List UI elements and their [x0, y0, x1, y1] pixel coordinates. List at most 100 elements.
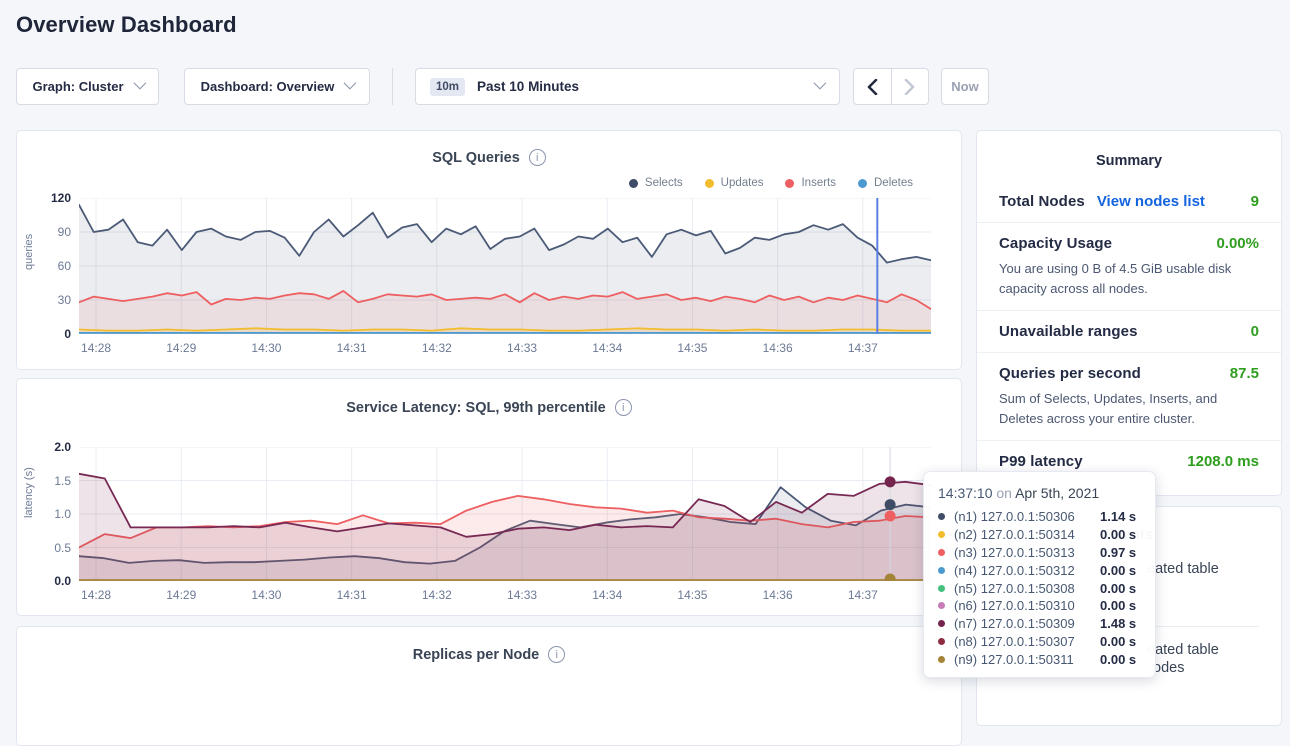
legend-label: Deletes: [874, 177, 913, 189]
chevron-down-icon: [814, 77, 827, 90]
summary-item: Unavailable ranges 0: [977, 310, 1281, 352]
x-axis-tick-label: 14:32: [414, 341, 460, 355]
x-axis-tick-label: 14:34: [584, 341, 630, 355]
summary-item-description: You are using 0 B of 4.5 GiB usable disk…: [999, 259, 1259, 298]
summary-item-value: 0: [1251, 323, 1259, 340]
legend-dot-icon: [785, 179, 794, 188]
tooltip-node-value: 0.00 s: [1100, 598, 1136, 613]
tooltip-node-row: (n4) 127.0.0.1:503120.00 s: [938, 561, 1141, 579]
tooltip-node-label: (n7) 127.0.0.1:50309: [954, 616, 1100, 631]
tooltip-node-value: 0.97 s: [1100, 545, 1136, 560]
tooltip-node-value: 0.00 s: [1100, 581, 1136, 596]
summary-item: Capacity Usage 0.00% You are using 0 B of …: [977, 222, 1281, 310]
tooltip-node-value: 0.00 s: [1100, 634, 1136, 649]
tooltip-node-row: (n7) 127.0.0.1:503091.48 s: [938, 615, 1141, 633]
node-color-dot-icon: [938, 549, 945, 556]
service-latency-chart-card: Service Latency: SQL, 99th percentile i …: [16, 378, 962, 616]
now-button[interactable]: Now: [941, 68, 989, 105]
tooltip-node-row: (n3) 127.0.0.1:503130.97 s: [938, 544, 1141, 562]
info-icon[interactable]: i: [615, 399, 632, 416]
tooltip-node-rows: (n1) 127.0.0.1:503061.14 s(n2) 127.0.0.1…: [938, 508, 1141, 668]
view-nodes-list-link[interactable]: View nodes list: [1097, 193, 1205, 210]
x-axis-tick-label: 14:31: [329, 588, 375, 602]
y-axis-tick-label: 1.0: [29, 507, 71, 521]
prev-range-button[interactable]: [854, 69, 891, 104]
y-axis-tick-label: 30: [29, 293, 71, 307]
chart-title: Service Latency: SQL, 99th percentile: [346, 400, 606, 416]
summary-item-label: Capacity Usage: [999, 235, 1112, 252]
chart-title-row: Replicas per Node i: [17, 646, 961, 663]
tooltip-node-label: (n3) 127.0.0.1:50313: [954, 545, 1100, 560]
legend-dot-icon: [858, 179, 867, 188]
legend-dot-icon: [705, 179, 714, 188]
node-color-dot-icon: [938, 638, 945, 645]
x-axis-tick-label: 14:33: [499, 588, 545, 602]
chevron-down-icon: [133, 77, 146, 90]
tooltip-node-label: (n4) 127.0.0.1:50312: [954, 563, 1100, 578]
legend-item-selects: Selects: [629, 177, 683, 189]
x-axis-tick-label: 14:35: [669, 588, 715, 602]
chart-title-row: SQL Queries i: [17, 149, 961, 166]
hover-point-dot: [885, 499, 896, 510]
summary-item-value: 0.00%: [1216, 235, 1259, 252]
chart-title-row: Service Latency: SQL, 99th percentile i: [17, 399, 961, 416]
divider: [392, 68, 393, 105]
time-range-picker[interactable]: 10m Past 10 Minutes: [415, 68, 840, 105]
tooltip-node-label: (n1) 127.0.0.1:50306: [954, 509, 1100, 524]
event-item-text: eated table: [1147, 561, 1219, 577]
now-button-label: Now: [951, 79, 978, 94]
chevron-right-icon: [904, 79, 915, 95]
tooltip-node-row: (n2) 127.0.0.1:503140.00 s: [938, 526, 1141, 544]
graph-dropdown[interactable]: Graph: Cluster: [16, 68, 159, 105]
tooltip-node-row: (n1) 127.0.0.1:503061.14 s: [938, 508, 1141, 526]
chart-plot[interactable]: [79, 447, 931, 581]
dashboard-dropdown-label: Dashboard: Overview: [201, 79, 335, 94]
summary-item-value: 87.5: [1230, 365, 1259, 382]
info-icon[interactable]: i: [548, 646, 565, 663]
legend-item-deletes: Deletes: [858, 177, 913, 189]
tooltip-node-value: 1.14 s: [1100, 509, 1136, 524]
legend-item-updates: Updates: [705, 177, 764, 189]
tooltip-node-value: 1.48 s: [1100, 616, 1136, 631]
time-range-label: Past 10 Minutes: [477, 79, 579, 94]
legend-label: Updates: [721, 177, 764, 189]
node-color-dot-icon: [938, 513, 945, 520]
x-axis-tick-label: 14:33: [499, 341, 545, 355]
x-axis-tick-label: 14:37: [840, 588, 886, 602]
info-icon[interactable]: i: [529, 149, 546, 166]
tooltip-node-row: (n6) 127.0.0.1:503100.00 s: [938, 597, 1141, 615]
summary-title: Summary: [977, 131, 1281, 181]
summary-items: Total NodesView nodes list9Capacity Usag…: [977, 181, 1281, 482]
tooltip-node-value: 0.00 s: [1100, 563, 1136, 578]
tooltip-node-value: 0.00 s: [1100, 652, 1136, 667]
node-color-dot-icon: [938, 620, 945, 627]
x-axis-tick-label: 14:36: [755, 341, 801, 355]
legend-dot-icon: [629, 179, 638, 188]
node-color-dot-icon: [938, 602, 945, 609]
tooltip-node-label: (n2) 127.0.0.1:50314: [954, 527, 1100, 542]
chart-title: Replicas per Node: [413, 647, 540, 663]
chart-plot[interactable]: [79, 198, 931, 334]
x-axis-tick-label: 14:29: [158, 588, 204, 602]
x-axis-tick-label: 14:29: [158, 341, 204, 355]
summary-item-value: 1208.0 ms: [1187, 453, 1259, 470]
next-range-button[interactable]: [891, 69, 929, 104]
x-axis-tick-label: 14:32: [414, 588, 460, 602]
event-item-text: eated table: [1147, 642, 1219, 658]
tooltip-node-label: (n9) 127.0.0.1:50311: [954, 652, 1100, 667]
summary-item-label: Unavailable ranges: [999, 323, 1138, 340]
tooltip-node-value: 0.00 s: [1100, 527, 1136, 542]
y-axis-tick-label: 60: [29, 259, 71, 273]
y-axis-tick-label: 0: [29, 327, 71, 341]
chart-hover-tooltip: 14:37:10 on Apr 5th, 2021 (n1) 127.0.0.1…: [923, 471, 1156, 678]
node-color-dot-icon: [938, 531, 945, 538]
x-axis-tick-label: 14:28: [73, 588, 119, 602]
y-axis-title: latency (s): [23, 508, 35, 518]
x-axis-tick-label: 14:37: [840, 341, 886, 355]
y-axis-tick-label: 90: [29, 225, 71, 239]
page-title: Overview Dashboard: [16, 12, 237, 38]
y-axis-tick-label: 120: [29, 191, 71, 205]
summary-item-row: Unavailable ranges 0: [999, 323, 1259, 340]
tooltip-date: Apr 5th, 2021: [1015, 485, 1099, 501]
dashboard-dropdown[interactable]: Dashboard: Overview: [184, 68, 370, 105]
